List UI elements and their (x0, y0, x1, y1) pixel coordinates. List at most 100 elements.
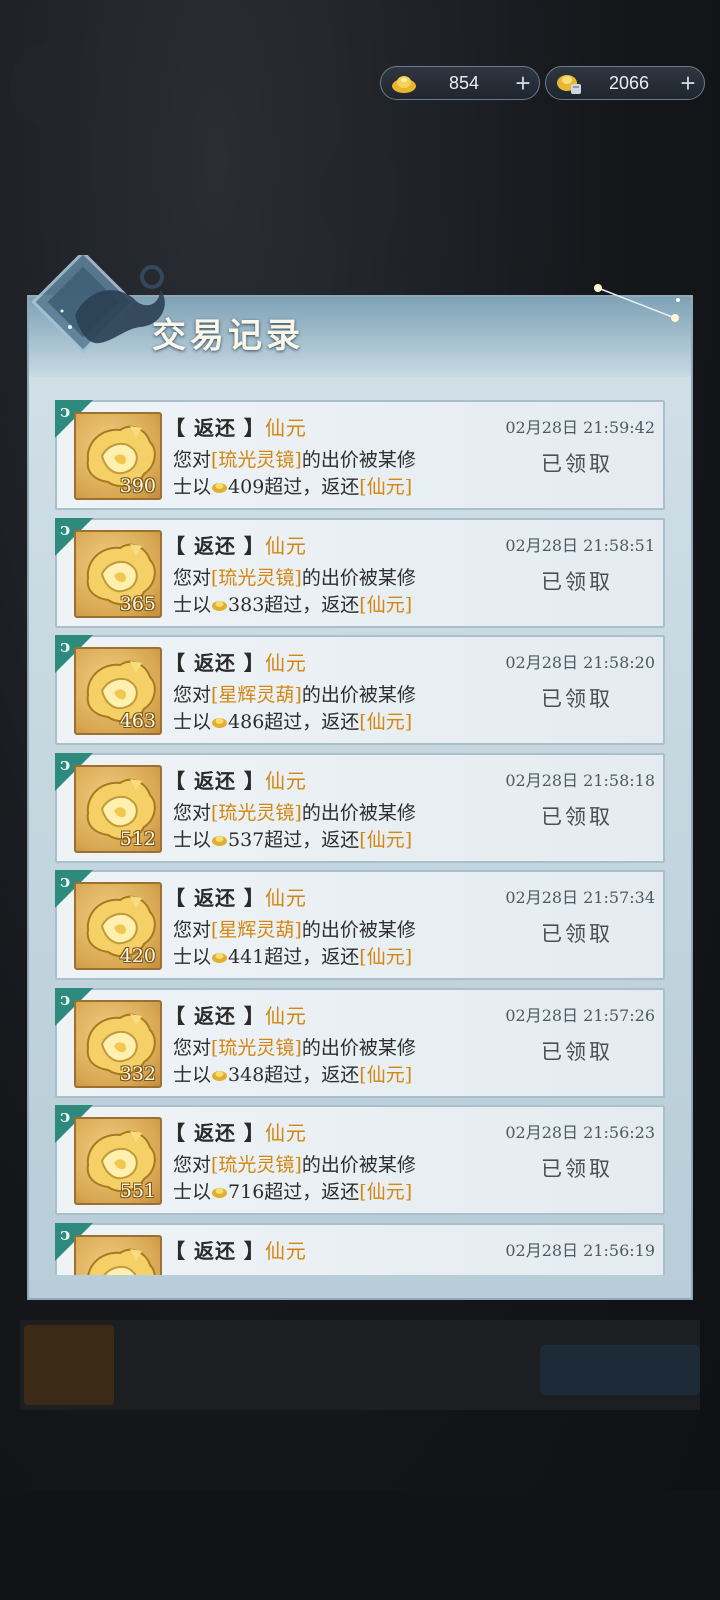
record-tag: 【 返还 】 (165, 1121, 265, 1145)
record-currency-name: 仙元 (264, 534, 307, 558)
record-title: 【 返还 】仙元 (165, 530, 307, 559)
gold-pouch-icon (552, 66, 586, 100)
bid-amount: 716 (228, 1181, 265, 1203)
record-timestamp: 02月28日 21:56:19 (505, 1241, 655, 1260)
coin-icon (212, 836, 228, 846)
message-text: 的出价被某修 (301, 449, 416, 471)
add-ingot-button[interactable]: + (507, 68, 539, 98)
claimed-status[interactable]: 已领取 (541, 1153, 613, 1183)
message-text: 士以 (173, 711, 212, 733)
bid-amount: 383 (228, 594, 265, 616)
claimed-status[interactable]: 已领取 (541, 566, 613, 596)
record-card[interactable]: ↄ 512 【 返还 】仙元 02月28日 21:58:18 您对[琉光灵镜]的… (55, 753, 665, 863)
item-quantity: 420 (119, 945, 156, 967)
message-text: 您对 (173, 449, 212, 471)
record-card[interactable]: ↄ 463 【 返还 】仙元 02月28日 21:58:20 您对[星辉灵葫]的… (55, 635, 665, 745)
swirl-icon: ↄ (60, 872, 71, 892)
record-message-line1: 您对[琉光灵镜]的出价被某修 (173, 798, 416, 825)
message-text: 的出价被某修 (301, 1037, 416, 1059)
claimed-status[interactable]: 已领取 (541, 683, 613, 713)
record-card[interactable]: ↄ 【 返还 】仙元 02月28日 21:56:19 (55, 1223, 665, 1275)
message-text: 士以 (173, 946, 212, 968)
record-message-line2: 士以 716超过，返还[仙元] (173, 1177, 412, 1204)
background-item-thumbnail (24, 1325, 114, 1405)
message-text: 超过，返还 (264, 829, 360, 851)
record-timestamp: 02月28日 21:58:51 (505, 536, 655, 555)
record-message-line1: 您对[琉光灵镜]的出价被某修 (173, 445, 416, 472)
bid-amount: 348 (228, 1064, 265, 1086)
record-title: 【 返还 】仙元 (165, 1000, 307, 1029)
message-text: 您对 (173, 684, 212, 706)
gold-ingot-icon (387, 66, 421, 100)
item-thumbnail[interactable]: 365 (74, 530, 162, 618)
coin-icon (212, 953, 228, 963)
auction-item-name: [琉光灵镜] (211, 567, 302, 589)
record-card[interactable]: ↄ 365 【 返还 】仙元 02月28日 21:58:51 您对[琉光灵镜]的… (55, 518, 665, 628)
claimed-status[interactable]: 已领取 (541, 1036, 613, 1066)
record-message-line2: 士以 441超过，返还[仙元] (173, 942, 412, 969)
message-text: 您对 (173, 1154, 212, 1176)
record-timestamp: 02月28日 21:56:23 (505, 1123, 655, 1142)
refund-currency: [仙元] (359, 1181, 413, 1203)
currency-chip-ingot: 854 + (380, 66, 540, 100)
message-text: 超过，返还 (264, 1064, 360, 1086)
claimed-status[interactable]: 已领取 (541, 448, 613, 478)
message-text: 士以 (173, 829, 212, 851)
coin-icon (212, 1071, 228, 1081)
refund-currency: [仙元] (359, 946, 413, 968)
message-text: 超过，返还 (264, 476, 360, 498)
record-title: 【 返还 】仙元 (165, 647, 307, 676)
currency-chip-pouch: 2066 + (545, 66, 705, 100)
record-title: 【 返还 】仙元 (165, 882, 307, 911)
trade-record-list[interactable]: ↄ 390 【 返还 】仙元 02月28日 21:59:42 您对[琉光灵镜]的… (55, 400, 665, 1275)
auction-item-name: [星辉灵葫] (211, 919, 302, 941)
record-tag: 【 返还 】 (165, 416, 265, 440)
record-title: 【 返还 】仙元 (165, 1235, 307, 1264)
item-thumbnail[interactable]: 390 (74, 412, 162, 500)
record-title: 【 返还 】仙元 (165, 1117, 307, 1146)
swirl-icon: ↄ (60, 1225, 71, 1245)
record-currency-name: 仙元 (264, 886, 307, 910)
bid-amount: 486 (228, 711, 265, 733)
message-text: 超过，返还 (264, 711, 360, 733)
message-text: 您对 (173, 567, 212, 589)
claimed-status[interactable]: 已领取 (541, 918, 613, 948)
message-text: 您对 (173, 919, 212, 941)
message-text: 您对 (173, 802, 212, 824)
currency-pouch-value: 2066 (608, 72, 650, 93)
item-quantity: 551 (119, 1180, 156, 1202)
record-tag: 【 返还 】 (165, 1239, 265, 1263)
record-card[interactable]: ↄ 390 【 返还 】仙元 02月28日 21:59:42 您对[琉光灵镜]的… (55, 400, 665, 510)
record-timestamp: 02月28日 21:59:42 (505, 418, 655, 437)
auction-item-name: [琉光灵镜] (211, 1154, 302, 1176)
refund-currency: [仙元] (359, 1064, 413, 1086)
message-text: 的出价被某修 (301, 919, 416, 941)
coin-icon (212, 483, 228, 493)
bid-amount: 441 (228, 946, 265, 968)
record-message-line1: 您对[琉光灵镜]的出价被某修 (173, 563, 416, 590)
record-card[interactable]: ↄ 332 【 返还 】仙元 02月28日 21:57:26 您对[琉光灵镜]的… (55, 988, 665, 1098)
record-currency-name: 仙元 (264, 769, 307, 793)
panel-title: 交易记录 (152, 316, 304, 356)
item-quantity: 365 (119, 593, 156, 615)
item-thumbnail[interactable] (74, 1235, 162, 1275)
record-currency-name: 仙元 (264, 1004, 307, 1028)
record-card[interactable]: ↄ 551 【 返还 】仙元 02月28日 21:56:23 您对[琉光灵镜]的… (55, 1105, 665, 1215)
record-tag: 【 返还 】 (165, 1004, 265, 1028)
claimed-status[interactable]: 已领取 (541, 801, 613, 831)
item-thumbnail[interactable]: 420 (74, 882, 162, 970)
item-thumbnail[interactable]: 332 (74, 1000, 162, 1088)
item-thumbnail[interactable]: 551 (74, 1117, 162, 1205)
record-message-line1: 您对[星辉灵葫]的出价被某修 (173, 680, 416, 707)
record-currency-name: 仙元 (264, 1239, 307, 1263)
record-message-line2: 士以 383超过，返还[仙元] (173, 590, 412, 617)
item-thumbnail[interactable]: 512 (74, 765, 162, 853)
record-card[interactable]: ↄ 420 【 返还 】仙元 02月28日 21:57:34 您对[星辉灵葫]的… (55, 870, 665, 980)
bid-amount: 409 (228, 476, 265, 498)
item-thumbnail[interactable]: 463 (74, 647, 162, 735)
message-text: 士以 (173, 1181, 212, 1203)
message-text: 超过，返还 (264, 1181, 360, 1203)
auction-item-name: [琉光灵镜] (211, 802, 302, 824)
swirl-icon: ↄ (60, 755, 71, 775)
add-pouch-button[interactable]: + (672, 68, 704, 98)
